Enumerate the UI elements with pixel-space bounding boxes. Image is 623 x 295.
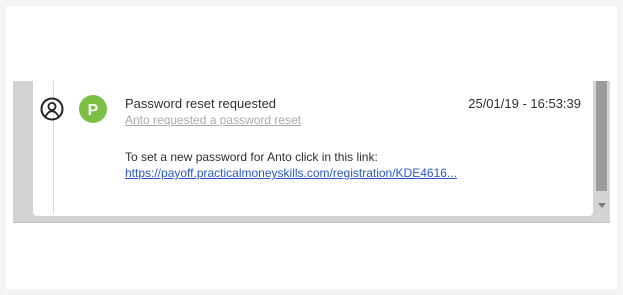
event-title: Password reset requested — [125, 96, 277, 111]
user-circle-icon — [40, 97, 64, 121]
registration-link[interactable]: https://payoff.practicalmoneyskills.com/… — [125, 166, 457, 180]
chevron-down-icon[interactable] — [598, 200, 606, 210]
scrollbar-thumb[interactable] — [596, 81, 607, 191]
event-subtitle[interactable]: Anto requested a password reset — [125, 113, 301, 127]
event-timestamp: 25/01/19 - 16:53:39 — [468, 96, 581, 111]
avatar: P — [79, 95, 107, 123]
event-message: To set a new password for Anto click in … — [125, 150, 378, 164]
